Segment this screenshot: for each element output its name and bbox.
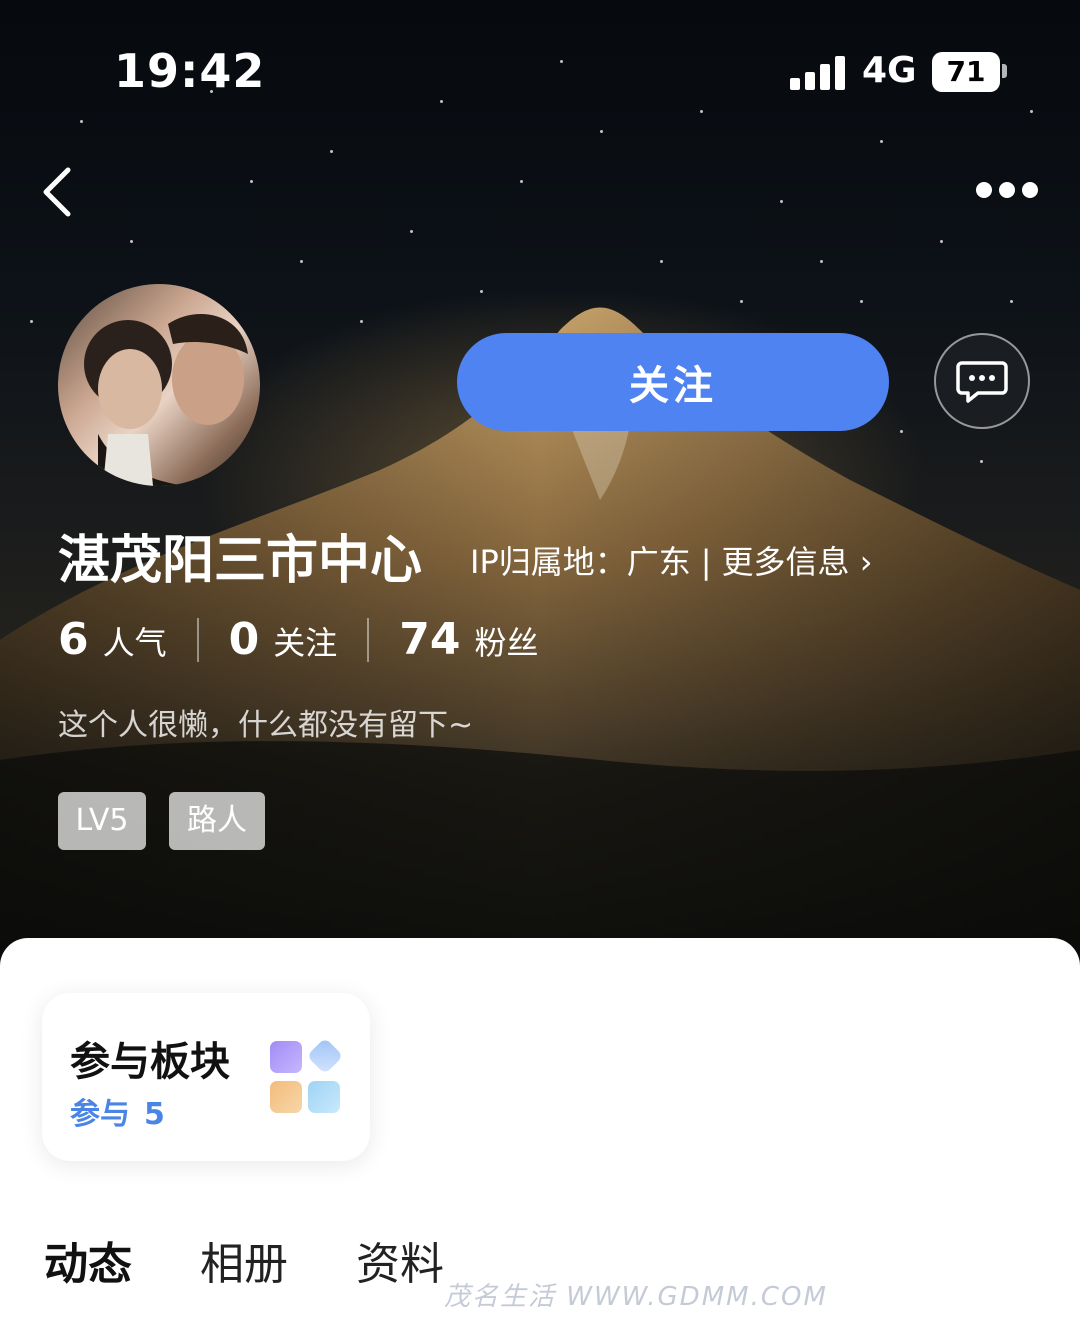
back-icon[interactable]	[36, 160, 86, 224]
card-title: 参与板块	[70, 1039, 230, 1085]
battery-tip	[1002, 64, 1007, 78]
signal-icon	[790, 54, 846, 90]
stat-divider	[196, 617, 199, 662]
chat-bubble-icon	[956, 361, 1008, 403]
tab-posts[interactable]: 动态	[44, 1228, 140, 1294]
profile-cover-background	[0, 0, 1080, 980]
more-info-link[interactable]: 更多信息 ›	[722, 543, 873, 581]
stat-label: 人气	[102, 624, 167, 662]
star-field	[0, 0, 1080, 980]
card-subtitle: 参与 5	[70, 1089, 165, 1133]
ip-location: IP归属地：广东	[470, 543, 691, 581]
stat-fans[interactable]: 74 粉丝	[399, 614, 538, 665]
tab-label: 相册	[200, 1239, 288, 1290]
avatar[interactable]	[58, 284, 260, 486]
bio: 这个人很懒，什么都没有留下~	[58, 708, 474, 743]
tab-album[interactable]: 相册	[200, 1228, 288, 1292]
stat-label: 粉丝	[474, 624, 539, 662]
battery-indicator: 71	[932, 52, 1000, 92]
profile-stats: 6 人气 0 关注 74 粉丝	[58, 614, 539, 665]
title-badge: 路人	[169, 792, 265, 850]
stat-popularity[interactable]: 6 人气	[58, 614, 167, 665]
stat-following[interactable]: 0 关注	[229, 614, 338, 665]
profile-tabs: 动态 相册 资料	[44, 1228, 512, 1294]
tab-label: 资料	[356, 1239, 444, 1290]
username: 湛茂阳三市中心	[58, 531, 423, 591]
card-sub-label: 参与	[70, 1097, 130, 1132]
ip-location-row: IP归属地：广东 | 更多信息 ›	[470, 537, 873, 583]
follow-button[interactable]: 关注	[457, 333, 889, 431]
watermark: 茂名生活 WWW.GDMM.COM	[444, 1282, 828, 1312]
card-sub-value: 5	[144, 1097, 165, 1132]
level-badge: LV5	[58, 792, 146, 850]
separator: |	[700, 543, 712, 581]
network-type: 4G	[862, 50, 917, 91]
joined-boards-card[interactable]: 参与板块 参与 5	[42, 993, 370, 1161]
tab-profile-info[interactable]: 资料	[356, 1228, 444, 1292]
chevron-right-icon: ›	[859, 543, 873, 581]
stat-divider	[367, 617, 370, 662]
boards-grid-icon	[270, 1037, 344, 1113]
stat-label: 关注	[273, 624, 338, 662]
stat-value: 0	[228, 614, 260, 665]
stat-value: 6	[58, 614, 89, 665]
more-options-icon[interactable]	[972, 176, 1042, 206]
status-time: 19:42	[114, 44, 266, 98]
message-button[interactable]	[934, 333, 1030, 429]
tab-label: 动态	[44, 1239, 132, 1290]
more-info-label: 更多信息	[721, 543, 850, 581]
stat-value: 74	[399, 614, 461, 665]
